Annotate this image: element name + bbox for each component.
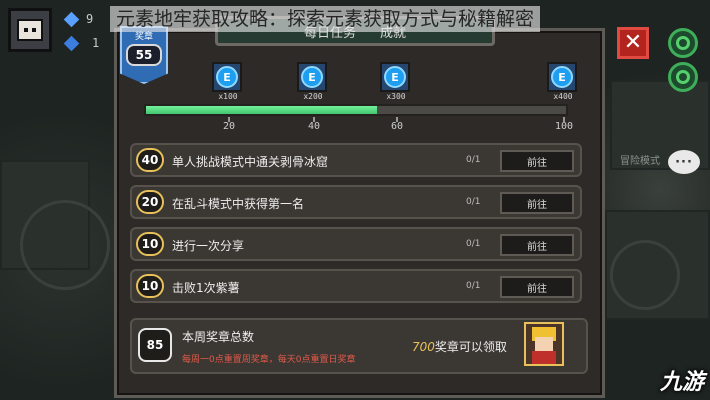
settings-ring-button[interactable]: [668, 28, 698, 58]
joystick-ring: [20, 200, 110, 290]
reward-chest[interactable]: E x400: [545, 62, 581, 102]
claim-label: 奖章可以领取: [434, 340, 507, 354]
weekly-title: 本周奖章总数: [182, 330, 255, 344]
task-description: 进行一次分享: [172, 239, 245, 253]
reward-chest[interactable]: E x300: [378, 62, 414, 102]
claim-amount: 700: [412, 340, 435, 354]
reward-quantity: x400: [553, 92, 573, 101]
side-mode-label: 冒险模式: [620, 156, 660, 167]
task-points-badge: 10: [136, 274, 164, 298]
ring-icon: [676, 36, 690, 50]
reset-note: 每周一0点重置周奖章，每天0点重置日奖章: [182, 355, 356, 365]
close-button[interactable]: ✕: [617, 27, 649, 59]
player-avatar[interactable]: [8, 8, 52, 52]
task-points-badge: 40: [136, 148, 164, 172]
element-coin-icon: E: [216, 66, 238, 88]
weekly-total-badge: 85: [138, 328, 172, 362]
action-ring: [610, 240, 680, 310]
go-button[interactable]: 前往: [500, 276, 574, 298]
task-description: 在乱斗模式中获得第一名: [172, 197, 305, 211]
task-row: 10 击败1次紫薯 0/1 前往: [130, 269, 582, 303]
element-coin-icon: E: [551, 66, 573, 88]
portrait-body: [532, 351, 556, 364]
reward-frame: E: [212, 62, 242, 92]
task-points-badge: 10: [136, 232, 164, 256]
reward-frame: E: [547, 62, 577, 92]
task-progress: 0/1: [466, 155, 481, 165]
progress-fill: [146, 106, 377, 114]
task-progress: 0/1: [466, 281, 481, 291]
task-progress: 0/1: [466, 239, 481, 249]
site-logo: 九游: [659, 370, 704, 395]
task-row: 20 在乱斗模式中获得第一名 0/1 前往: [130, 185, 582, 219]
reward-chest[interactable]: E x200: [295, 62, 331, 102]
claim-text: 700奖章可以领取: [412, 338, 507, 355]
element-coin-icon: E: [384, 66, 406, 88]
energy-count: 1: [92, 36, 100, 50]
reward-frame: E: [297, 62, 327, 92]
close-icon: ✕: [623, 30, 643, 55]
task-description: 单人挑战模式中通关剥骨冰窟: [172, 155, 329, 169]
article-title: 元素地牢获取攻略：探索元素获取方式与秘籍解密: [110, 6, 541, 32]
progress-tick-label: 100: [554, 121, 574, 132]
reward-chest[interactable]: E x100: [210, 62, 246, 102]
portrait-face: [535, 337, 553, 351]
gem-count: 9: [86, 12, 94, 26]
progress-tick-label: 40: [307, 121, 321, 132]
character-portrait[interactable]: [524, 322, 564, 366]
element-coin-icon: E: [301, 66, 323, 88]
map-ring-button[interactable]: [668, 62, 698, 92]
task-progress: 0/1: [466, 197, 481, 207]
medal-rank-badge: 奖章 55: [120, 26, 168, 92]
task-points-badge: 20: [136, 190, 164, 214]
reward-quantity: x300: [386, 92, 406, 101]
progress-tick-label: 20: [222, 121, 236, 132]
avatar-face: [17, 19, 43, 41]
task-row: 40 单人挑战模式中通关剥骨冰窟 0/1 前往: [130, 143, 582, 177]
weekly-medal-summary: 85 本周奖章总数 每周一0点重置周奖章，每天0点重置日奖章 700奖章可以领取: [130, 318, 588, 374]
go-button[interactable]: 前往: [500, 234, 574, 256]
reward-quantity: x200: [303, 92, 323, 101]
go-button[interactable]: 前往: [500, 192, 574, 214]
progress-tick-label: 60: [390, 121, 404, 132]
task-row: 10 进行一次分享 0/1 前往: [130, 227, 582, 261]
rank-value: 55: [126, 44, 162, 66]
chat-button[interactable]: ···: [668, 150, 700, 174]
go-button[interactable]: 前往: [500, 150, 574, 172]
medal-progress-bar: [144, 104, 568, 116]
ring-icon: [676, 70, 690, 84]
reward-frame: E: [380, 62, 410, 92]
reward-quantity: x100: [218, 92, 238, 101]
chat-icon: ···: [675, 154, 693, 170]
task-description: 击败1次紫薯: [172, 281, 240, 295]
